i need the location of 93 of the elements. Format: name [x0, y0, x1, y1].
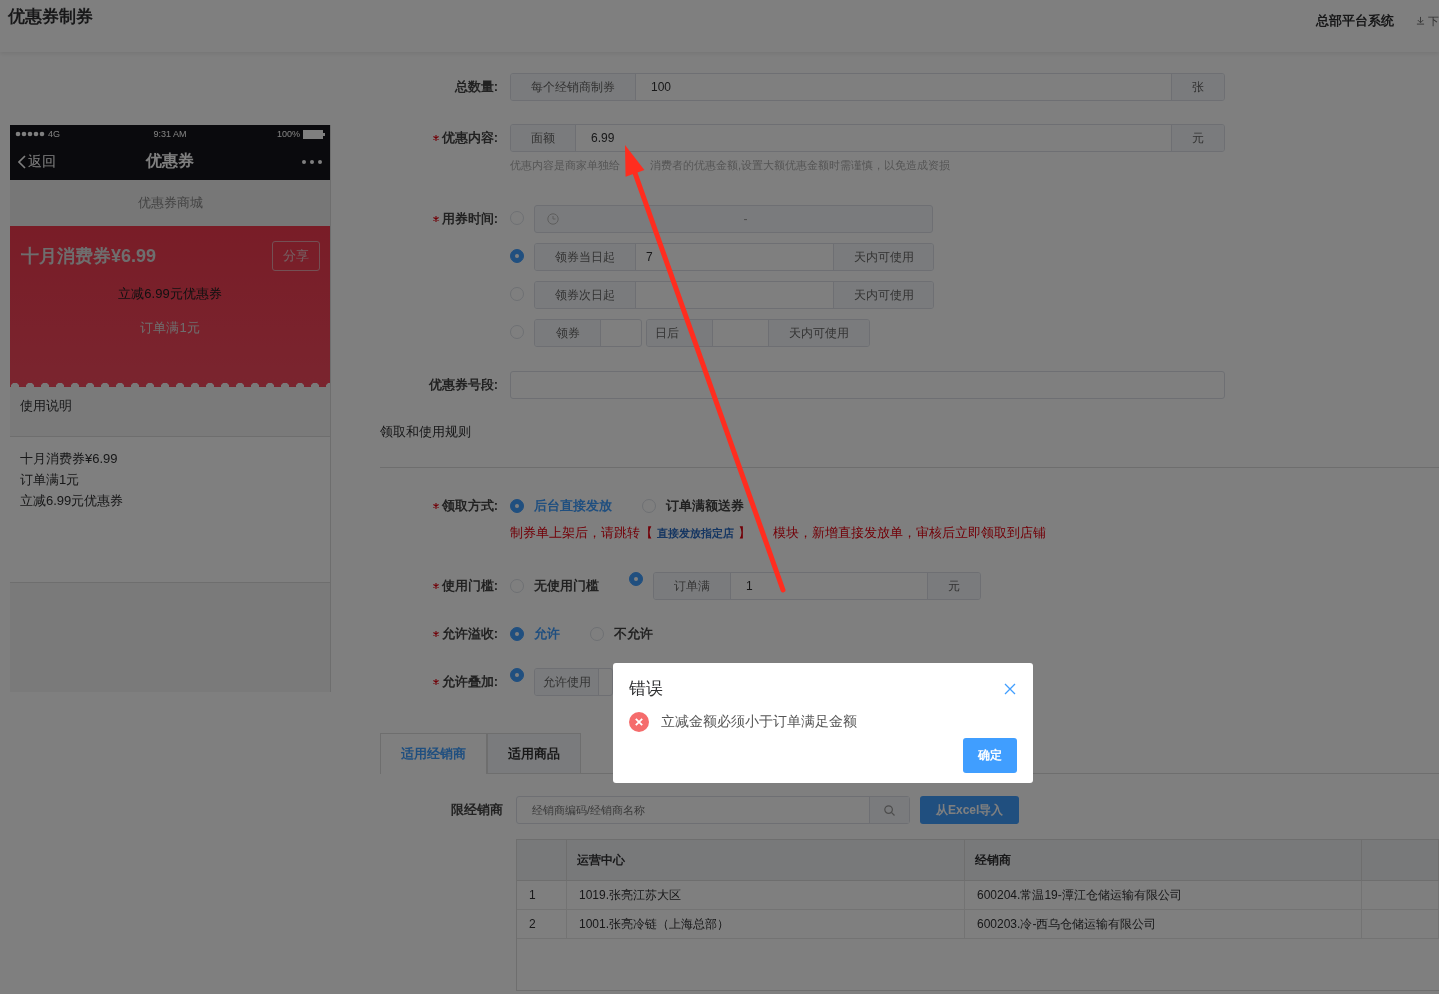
import-button[interactable]: 从Excel导入 — [920, 796, 1020, 824]
search-icon — [884, 804, 895, 816]
back-link[interactable]: 返回 — [18, 152, 108, 171]
system-name: 总部平台系统 — [1315, 12, 1394, 30]
error-message: 立减金额必须小于订单满足金额 — [661, 713, 857, 731]
coupon-discount: 立减6.99元优惠券 — [117, 285, 223, 303]
network-label: 4G — [48, 129, 60, 139]
search-button[interactable] — [869, 797, 909, 823]
row-number: 1 — [517, 881, 567, 909]
instruction-line: 立减6.99元优惠券 — [20, 492, 124, 510]
column-header: 经销商 — [965, 840, 1362, 880]
search-field[interactable]: 经销商编码/经销商名称 — [516, 796, 910, 824]
field-label: 使用门槛: — [441, 577, 498, 595]
notice-text: 制券单上架后，请跳转【 直接发放指定店 】模块，新增直接发放单，审核后立即领取到店铺 — [510, 524, 1046, 542]
prefix-label: 每个经销商制券 — [511, 74, 636, 100]
share-button[interactable]: 分享 — [272, 241, 320, 271]
suffix-label: 元 — [927, 573, 980, 599]
instruction-line: 订单满1元 — [20, 471, 80, 489]
table-cell: 600203.冷-西乌仓储运输有限公司 — [965, 910, 1362, 938]
signal-icon — [15, 131, 45, 137]
field-label: 允许叠加: — [441, 673, 498, 691]
notice-link[interactable]: 直接发放指定店 — [653, 527, 738, 539]
field-label: 总数量: — [454, 78, 498, 96]
prefix-label: 允许使用 — [535, 669, 599, 695]
input-group[interactable]: 面额 6.99 元 — [510, 124, 1225, 152]
input-group[interactable]: 每个经销商制券 100 张 — [510, 73, 1225, 101]
clock-time: 9:31 AM — [152, 129, 188, 139]
error-icon — [629, 712, 649, 732]
filter-label: 限经销商 — [450, 801, 503, 819]
prefix-label: 日后 — [647, 320, 713, 346]
field-label: 领取方式: — [441, 497, 498, 515]
suffix-label: 天内可使用 — [833, 244, 933, 270]
instruction-line: 十月消费券¥6.99 — [20, 450, 118, 468]
row-number: 2 — [517, 910, 567, 938]
more-icon — [302, 159, 322, 164]
prefix-label: 领券当日起 — [535, 244, 636, 270]
column-header: 运营中心 — [567, 840, 965, 880]
prefix-label: 面额 — [511, 125, 576, 151]
close-icon — [1003, 681, 1017, 696]
text-input[interactable]: 100 — [636, 74, 1171, 100]
option-label: 不允许 — [614, 625, 653, 643]
field-label: 用券时间: — [441, 210, 498, 228]
option-label: 允许 — [534, 625, 560, 643]
coupon-title: 十月消费券¥6.99 — [21, 245, 157, 268]
field-label: 允许溢收: — [441, 625, 498, 643]
table-cell: 600204.常温19-潭江仓储运输有限公司 — [965, 881, 1362, 909]
confirm-button[interactable]: 确定 — [963, 738, 1017, 773]
field-label: 优惠券号段: — [428, 376, 498, 394]
battery-icon — [303, 129, 325, 139]
screen-title: 优惠券 — [144, 151, 195, 171]
tab[interactable]: 适用商品 — [487, 733, 581, 773]
suffix-label: 天内可使用 — [833, 282, 933, 308]
radio-button[interactable] — [510, 499, 524, 513]
download-link[interactable]: 下 — [1415, 13, 1439, 29]
prefix-label: 领券次日起 — [535, 282, 636, 308]
input-field[interactable] — [510, 371, 1225, 399]
clock-icon — [547, 213, 559, 225]
text-input[interactable]: 6.99 — [576, 125, 1171, 151]
radio-button[interactable] — [510, 627, 524, 641]
battery-percent: 100% — [276, 129, 300, 139]
radio-button[interactable] — [629, 572, 643, 586]
input-group[interactable]: 订单满 1 元 — [653, 572, 981, 600]
input-group[interactable]: 允许使用 — [534, 668, 613, 696]
prefix-label: 订单满 — [654, 573, 731, 599]
section-title: 领取和使用规则 — [380, 423, 1439, 468]
text-input[interactable]: 1 — [731, 573, 927, 599]
suffix-label: 天内可使用 — [768, 320, 869, 346]
table-cell: 1001.张亮冷链（上海总部） — [567, 910, 965, 938]
coupon-condition: 订单满1元 — [139, 319, 201, 337]
radio-button[interactable] — [510, 668, 524, 682]
table-cell: 1019.张亮江苏大区 — [567, 881, 965, 909]
option-label: 无使用门槛 — [534, 577, 599, 595]
dialog-title: 错误 — [629, 678, 663, 700]
field-label: 优惠内容: — [441, 129, 498, 147]
close-button[interactable] — [1003, 681, 1017, 696]
suffix-label: 元 — [1171, 125, 1224, 151]
search-input[interactable]: 经销商编码/经销商名称 — [517, 797, 869, 823]
input-group[interactable]: 日后 天内可使用 — [646, 319, 870, 347]
prefix-label: 领券 — [535, 320, 601, 346]
option-label: 后台直接发放 — [534, 497, 612, 515]
chevron-left-icon — [18, 154, 26, 169]
date-range-field[interactable]: - — [534, 205, 933, 233]
radio-button[interactable] — [510, 249, 524, 263]
input-group[interactable]: 领券 — [534, 319, 642, 347]
tab[interactable]: 适用经销商 — [380, 733, 487, 774]
page-title: 优惠券制券 — [8, 6, 93, 28]
input-group[interactable]: 领券当日起 7 天内可使用 — [534, 243, 934, 271]
range-separator: - — [742, 212, 749, 226]
input-group[interactable]: 领券次日起 天内可使用 — [534, 281, 934, 309]
download-icon — [1415, 15, 1425, 25]
text-input[interactable]: 7 — [636, 244, 833, 270]
option-label: 订单满额送券 — [666, 497, 744, 515]
suffix-label: 张 — [1171, 74, 1224, 100]
